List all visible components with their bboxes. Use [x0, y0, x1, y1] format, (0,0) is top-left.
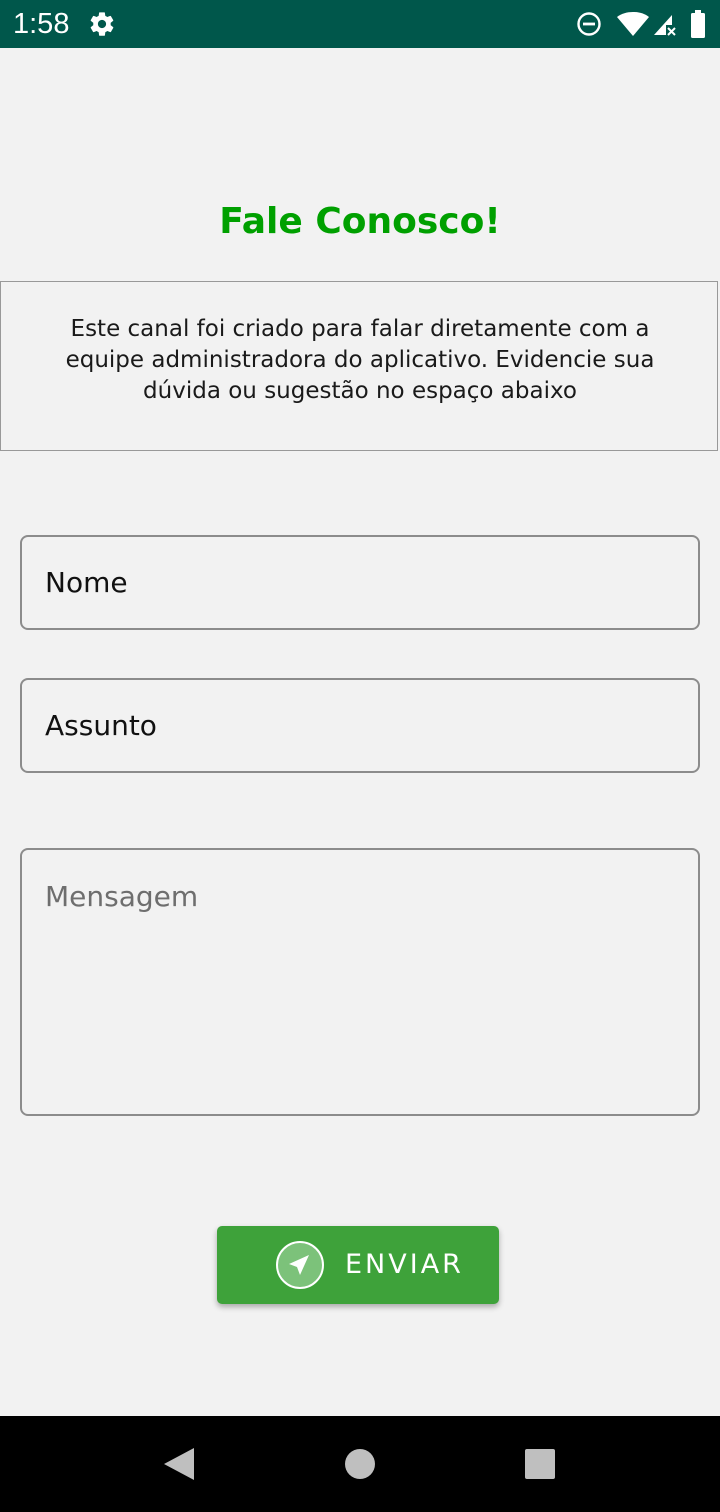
message-textarea[interactable] [20, 848, 700, 1116]
send-icon [276, 1241, 324, 1289]
home-icon[interactable] [344, 1448, 376, 1480]
navigation-bar [0, 1416, 720, 1512]
do-not-disturb-icon [577, 12, 601, 36]
send-label: ENVIAR [345, 1249, 464, 1280]
wifi-icon [617, 12, 649, 36]
status-time: 1:58 [13, 8, 70, 40]
subject-input[interactable] [20, 678, 700, 773]
page-title: Fale Conosco! [219, 201, 501, 242]
signal-icon [654, 15, 676, 36]
gear-icon [90, 12, 114, 36]
name-input[interactable] [20, 535, 700, 630]
recents-icon[interactable] [524, 1448, 556, 1480]
back-icon[interactable] [162, 1446, 196, 1482]
status-bar: 1:58 [0, 0, 720, 48]
battery-icon [691, 10, 705, 38]
info-box: Este canal foi criado para falar diretam… [0, 281, 718, 451]
send-button[interactable]: ENVIAR [217, 1226, 499, 1304]
info-text: Este canal foi criado para falar diretam… [65, 316, 655, 404]
